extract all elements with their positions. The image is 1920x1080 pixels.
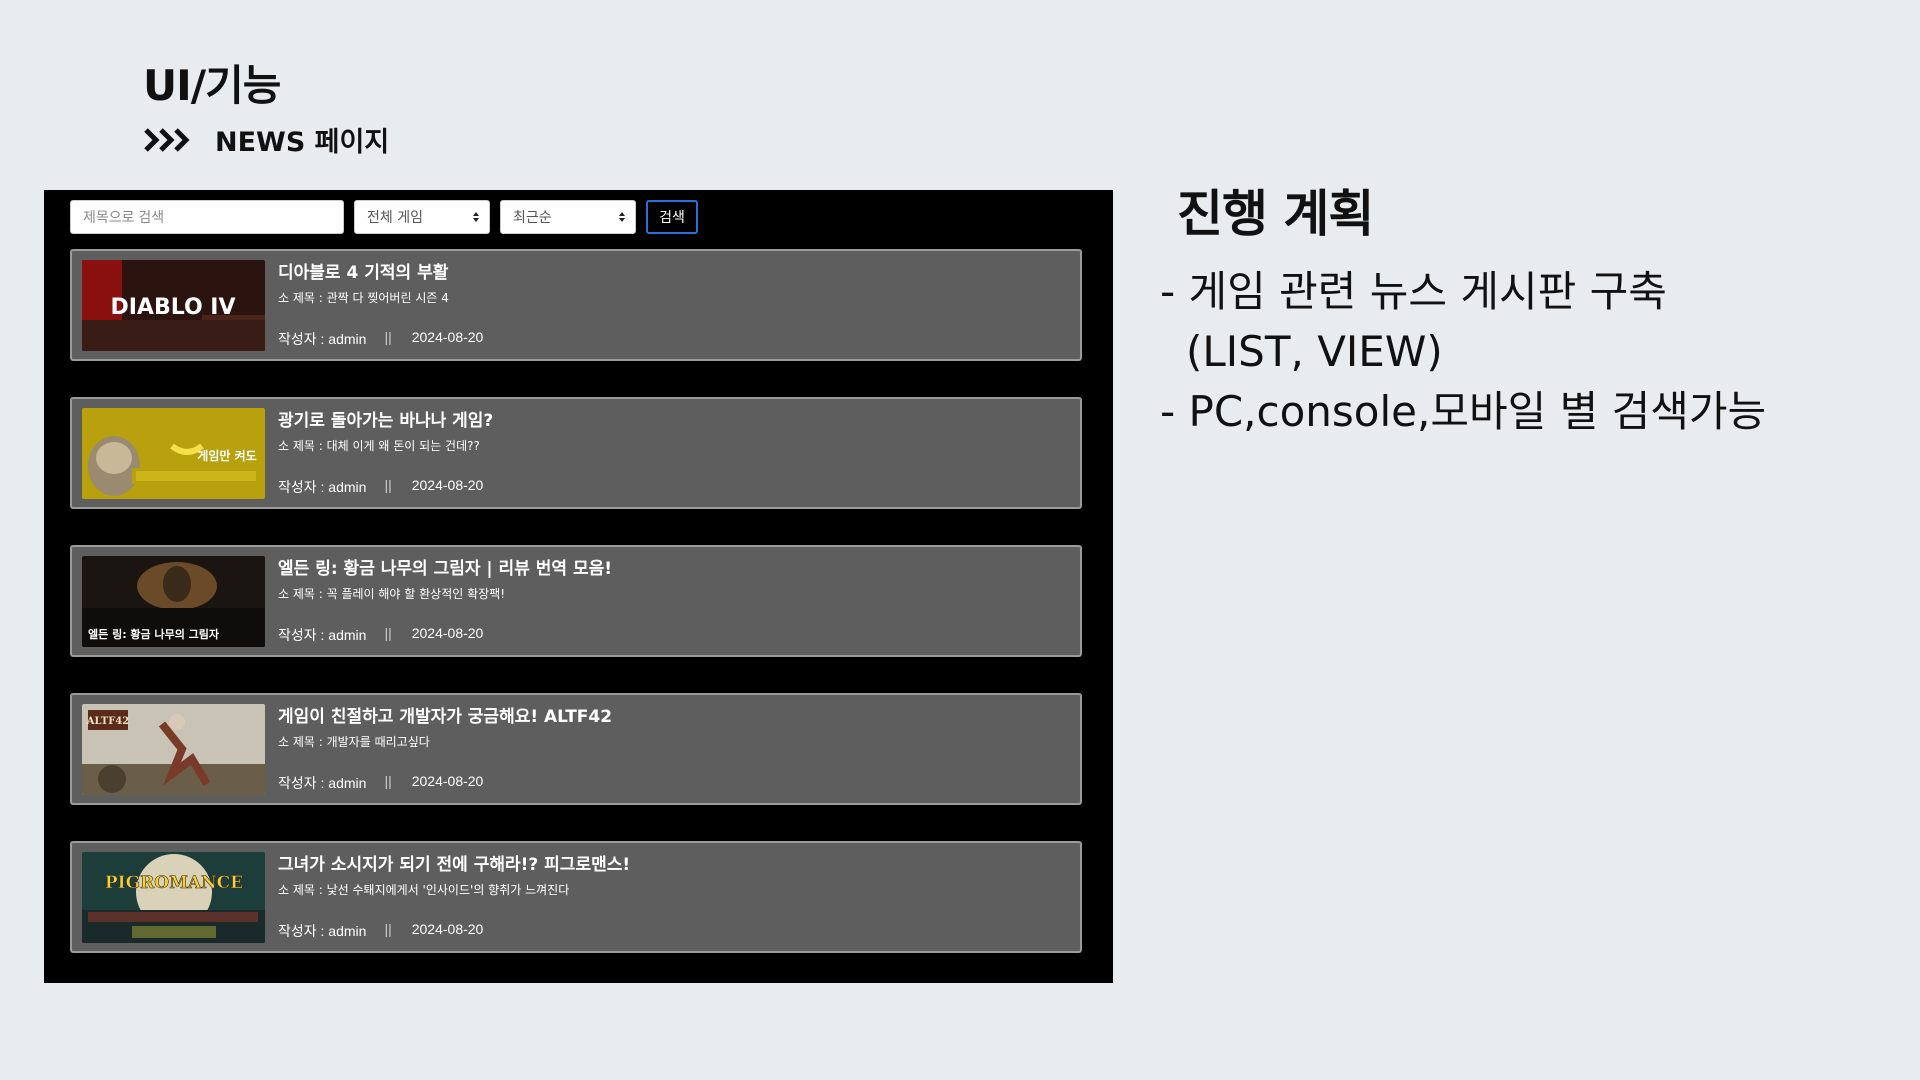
news-subtitle: 소 제목 : 낯선 수퇘지에게서 '인사이드'의 향취가 느껴진다	[278, 883, 570, 897]
news-meta: 작성자 : admin || 2024-08-20	[278, 921, 483, 941]
news-title[interactable]: 디아블로 4 기적의 부활	[278, 258, 448, 283]
plan-item: (LIST, VIEW)	[1186, 327, 1443, 376]
news-thumbnail[interactable]: ALTF42	[82, 704, 265, 795]
thumb-text: 게임만 켜도	[197, 448, 256, 463]
news-subtitle: 소 제목 : 관짝 다 찢어버린 시즌 4	[278, 291, 449, 305]
sort-order-select[interactable]: 최근순	[500, 200, 636, 234]
news-title[interactable]: 광기로 돌아가는 바나나 게임?	[278, 406, 493, 431]
news-author: 작성자 : admin	[278, 775, 367, 791]
thumb-text: 엘든 링: 황금 나무의 그림자	[88, 627, 220, 641]
thumb-text: ALTF42	[86, 716, 129, 727]
news-meta: 작성자 : admin || 2024-08-20	[278, 329, 483, 349]
news-date: 2024-08-20	[411, 773, 484, 789]
search-input[interactable]	[70, 200, 344, 234]
news-item[interactable]: 게임만 켜도 광기로 돌아가는 바나나 게임? 소 제목 : 대체 이게 왜 돈…	[70, 397, 1082, 509]
search-toolbar: 전체 게임 최근순 검색	[70, 200, 698, 234]
news-date: 2024-08-20	[411, 329, 484, 345]
news-author: 작성자 : admin	[278, 627, 367, 643]
news-author: 작성자 : admin	[278, 331, 367, 347]
news-subtitle: 소 제목 : 대체 이게 왜 돈이 되는 건데??	[278, 439, 480, 453]
news-thumbnail[interactable]: PIGROMANCE	[82, 852, 265, 943]
select-arrows-icon	[473, 212, 479, 222]
news-date: 2024-08-20	[411, 625, 484, 641]
news-item[interactable]: 엘든 링: 황금 나무의 그림자 엘든 링: 황금 나무의 그림자 | 리뷰 번…	[70, 545, 1082, 657]
news-author: 작성자 : admin	[278, 923, 367, 939]
news-item[interactable]: PIGROMANCE 그녀가 소시지가 되기 전에 구해라!? 피그로맨스! 소…	[70, 841, 1082, 953]
game-filter-value: 전체 게임	[367, 210, 423, 226]
news-meta: 작성자 : admin || 2024-08-20	[278, 625, 483, 645]
slide-subtitle: NEWS 페이지	[215, 127, 390, 158]
meta-separator: ||	[384, 329, 392, 345]
plan-title: 진행 계획	[1177, 185, 1374, 243]
news-title[interactable]: 그녀가 소시지가 되기 전에 구해라!? 피그로맨스!	[278, 850, 630, 875]
meta-separator: ||	[384, 625, 392, 641]
plan-item: - PC,console,모바일 별 검색가능	[1160, 387, 1767, 436]
sort-order-value: 최근순	[513, 210, 552, 226]
triple-chevron-icon	[143, 126, 193, 154]
news-thumbnail[interactable]: 게임만 켜도	[82, 408, 265, 499]
news-page-screenshot: 전체 게임 최근순 검색 DIABLO IV 디아블로 4 기적의 부활 소 제…	[44, 190, 1113, 983]
news-item[interactable]: DIABLO IV 디아블로 4 기적의 부활 소 제목 : 관짝 다 찢어버린…	[70, 249, 1082, 361]
subtitle-row: NEWS 페이지	[143, 120, 389, 159]
news-item[interactable]: ALTF42 게임이 친절하고 개발자가 궁금해요! ALTF42 소 제목 :…	[70, 693, 1082, 805]
meta-separator: ||	[384, 921, 392, 937]
select-arrows-icon	[619, 212, 625, 222]
news-meta: 작성자 : admin || 2024-08-20	[278, 477, 483, 497]
thumb-text: DIABLO IV	[110, 295, 235, 320]
news-subtitle: 소 제목 : 꼭 플레이 해야 할 환상적인 확장팩!	[278, 587, 506, 601]
search-button[interactable]: 검색	[646, 200, 698, 234]
news-subtitle: 소 제목 : 개발자를 때리고싶다	[278, 735, 430, 749]
meta-separator: ||	[384, 477, 392, 493]
news-thumbnail[interactable]: 엘든 링: 황금 나무의 그림자	[82, 556, 265, 647]
game-filter-select[interactable]: 전체 게임	[354, 200, 490, 234]
news-author: 작성자 : admin	[278, 479, 367, 495]
thumb-text: PIGROMANCE	[105, 873, 243, 893]
news-title[interactable]: 엘든 링: 황금 나무의 그림자 | 리뷰 번역 모음!	[278, 554, 612, 579]
slide-title: UI/기능	[143, 61, 281, 110]
news-thumbnail[interactable]: DIABLO IV	[82, 260, 265, 351]
plan-item: - 게임 관련 뉴스 게시판 구축	[1160, 267, 1667, 316]
plan-list: - 게임 관련 뉴스 게시판 구축 (LIST, VIEW) - PC,cons…	[1160, 262, 1766, 442]
news-date: 2024-08-20	[411, 921, 484, 937]
meta-separator: ||	[384, 773, 392, 789]
news-meta: 작성자 : admin || 2024-08-20	[278, 773, 483, 793]
news-title[interactable]: 게임이 친절하고 개발자가 궁금해요! ALTF42	[278, 702, 612, 727]
news-date: 2024-08-20	[411, 477, 484, 493]
